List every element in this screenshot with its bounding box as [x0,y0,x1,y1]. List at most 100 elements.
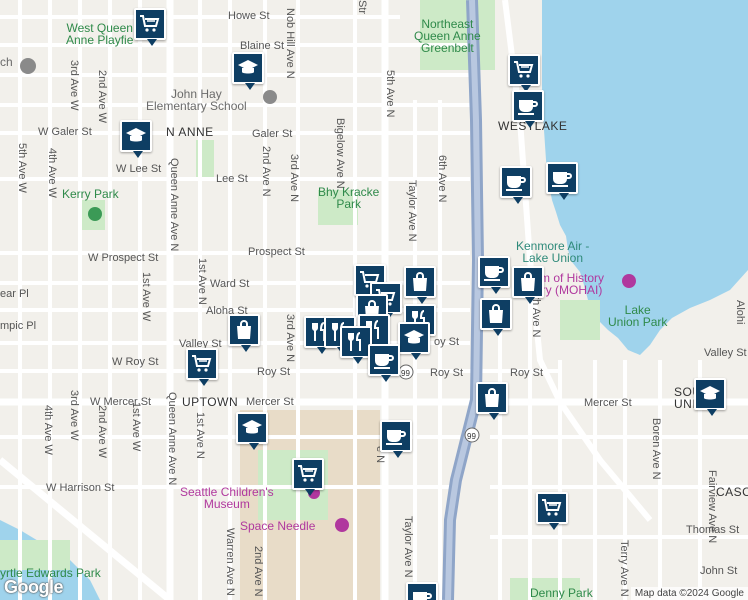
google-logo: Google [4,577,64,597]
marker-grocery[interactable] [292,458,324,496]
marker-grocery[interactable] [186,348,218,386]
street-label-roy-st-c: Roy St [510,367,544,379]
street-label-ward-st: Ward St [210,278,250,290]
marker-shopping[interactable] [404,266,436,304]
marker-coffee[interactable] [500,166,532,204]
avenue-label-2nd-ave-n: 2nd Ave N [260,146,272,197]
district-label-uptown: UPTOWN [182,395,239,409]
restaurant-icon [348,332,361,351]
avenue-label-2nd-ave-w-b: 2nd Ave W [96,405,108,458]
school-poi-icon[interactable] [263,90,277,104]
avenue-label-stone-partial: Str [356,0,368,15]
marker-grocery[interactable] [536,492,568,530]
avenue-label-4th-ave-w-b: 4th Ave W [42,405,54,455]
coffee-icon [386,430,406,445]
highway-shield-99: 99 [467,432,476,441]
coffee-icon [506,176,526,191]
street-label-w-roy-st: W Roy St [112,356,159,368]
marker-school[interactable] [398,322,430,360]
grocery-icon [542,499,562,516]
grocery-icon [192,355,212,372]
avenue-label-2nd-ave-n-b: 2nd Ave N [252,546,264,597]
marker-coffee[interactable] [512,90,544,128]
marker-shopping[interactable] [512,266,544,304]
marker-shopping[interactable] [476,382,508,420]
avenue-label-terry: Terry Ave N [618,540,630,597]
place-label-mohai: m of History ry (MOHAI) [540,271,605,297]
avenue-label-3rd-ave-w: 3rd Ave W [68,60,80,111]
marker-school[interactable] [694,378,726,416]
marker-coffee[interactable] [478,256,510,294]
school-icon [404,330,424,344]
avenue-label-aloha-partial: Alohi [734,300,746,325]
street-label-mercer-st: Mercer St [246,396,294,408]
marker-school[interactable] [120,120,152,158]
avenue-label-3rd-ave-w-b: 3rd Ave W [68,390,80,441]
street-label-w-galer-st: W Galer St [38,126,92,138]
marker-school[interactable] [232,52,264,90]
marker-coffee[interactable] [380,420,412,458]
street-label-ympic-pl: mpic Pl [0,320,37,332]
avenue-label-2nd-ave-w: 2nd Ave W [96,70,108,123]
marker-coffee[interactable] [546,162,578,200]
marker-shopping[interactable] [480,298,512,336]
street-label-galer-st: Galer St [252,128,293,140]
district-label-cascade: CASC [716,485,748,499]
street-label-john-st: John St [700,565,738,577]
street-label-w-prospect-st: W Prospect St [88,252,159,264]
street-label-blaine-st: Blaine St [240,40,285,52]
park-poi-icon[interactable] [88,207,102,221]
avenue-label-queen-anne-ave: Queen Anne Ave N [168,158,180,252]
shopping-bag-icon [413,272,427,291]
church-poi-icon[interactable] [20,58,36,74]
avenue-label-1st-ave-w: 1st Ave W [140,272,152,322]
marker-coffee[interactable] [368,344,400,382]
school-icon [700,386,720,400]
avenue-label-1st-ave-n-b: 1st Ave N [194,412,206,459]
place-label-northeast-greenbelt: Northeast Queen Anne Greenbelt [414,17,481,55]
map-canvas[interactable]: Howe St Blaine St W Galer St Galer St W … [0,0,748,600]
avenue-label-3rd-ave-n: 3rd Ave N [288,154,300,203]
place-label-denny-park: Denny Park [530,586,593,600]
district-label-queen-anne: N ANNE [166,125,214,139]
place-label-lake-union-park: Lake Union Park [608,303,668,329]
school-icon [242,420,262,434]
avenue-label-5th-ave-n: 5th Ave N [384,70,396,118]
marker-shopping[interactable] [228,314,260,352]
place-label-kenmore-air: Kenmore Air - Lake Union [516,239,590,265]
place-label-church-partial: ch [0,55,13,69]
avenue-label-taylor-b: Taylor Ave N [402,516,414,578]
avenue-label-5th-ave-w: 5th Ave W [16,143,28,193]
street-label-valley-st-east: Valley St [704,347,747,359]
marker-coffee[interactable] [406,582,438,600]
avenue-label-boren: Boren Ave N [650,418,662,480]
coffee-icon [374,354,394,369]
avenue-label-queen-anne-ave-b: Queen Anne Ave N [166,392,178,486]
shopping-bag-icon [485,388,499,407]
map-attribution[interactable]: Map data ©2024 Google [630,587,748,600]
school-icon [126,128,146,142]
avenue-label-4th-ave-w: 4th Ave W [46,148,58,198]
avenue-label-3rd-ave-n-b: 3rd Ave N [284,314,296,363]
grocery-icon [140,15,160,32]
avenue-label-bigelow: Bigelow Ave N [334,118,346,189]
coffee-icon [552,172,572,187]
avenue-label-1st-ave-w-b: 1st Ave W [130,402,142,452]
museum-poi-icon[interactable] [622,274,636,288]
street-label-lee-st: Lee St [216,173,248,185]
highway-shield-99-b: 99 [401,369,410,378]
shopping-bag-icon [489,304,503,323]
marker-grocery[interactable] [134,8,166,46]
coffee-icon [413,592,432,600]
street-label-roy-st: Roy St [257,366,291,378]
space-needle-poi-icon[interactable] [335,518,349,532]
street-label-prospect-st: Prospect St [248,246,305,258]
street-label-mercer-st-east: Mercer St [584,397,632,409]
street-label-roy-st-b: Roy St [430,367,464,379]
school-icon [238,60,258,74]
avenue-label-nob-hill: Nob Hill Ave N [284,8,296,79]
marker-grocery[interactable] [508,54,540,92]
street-label-w-harrison-st: W Harrison St [46,482,115,494]
marker-school[interactable] [236,412,268,450]
street-label-w-lee-st: W Lee St [116,163,162,175]
